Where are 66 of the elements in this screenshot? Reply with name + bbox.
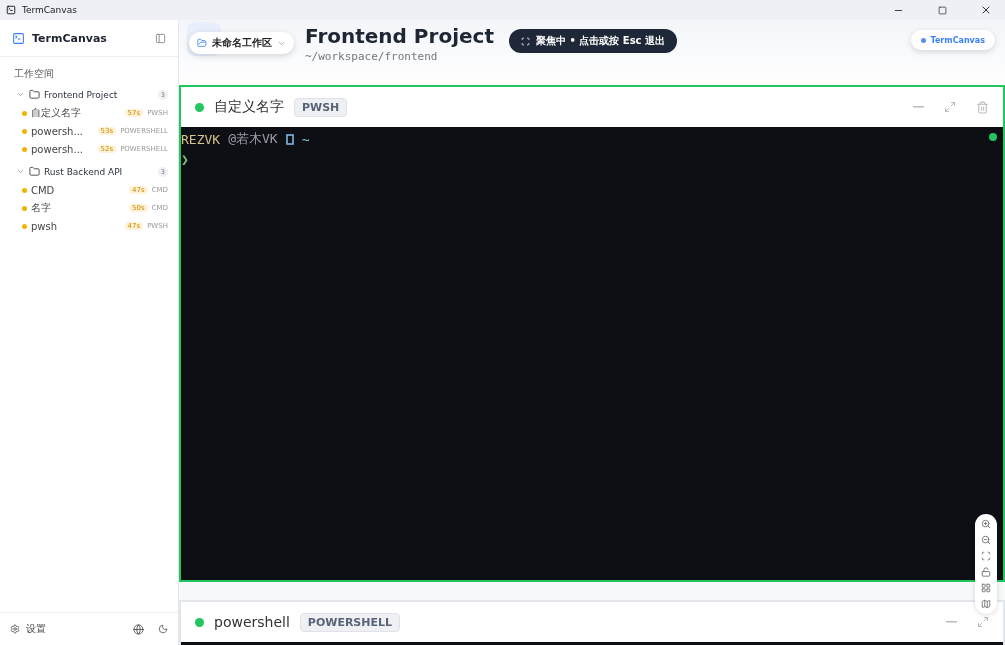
chevron-icon	[16, 167, 25, 176]
brand-name: TermCanvas	[32, 31, 108, 45]
globe-icon	[133, 623, 144, 635]
fit-view-icon	[981, 551, 991, 561]
live-indicator	[989, 133, 997, 141]
grid-icon	[981, 583, 991, 593]
folder-glyph-icon	[285, 133, 294, 145]
zoom-in-button[interactable]	[981, 519, 991, 529]
app-badge: TermCanvas	[910, 30, 995, 50]
terminal-text: REZVK	[181, 131, 221, 147]
terminal-text: ❯	[181, 151, 189, 167]
minimize-button[interactable]	[946, 621, 957, 623]
shell-tag: PWSH	[294, 97, 348, 117]
close-icon	[980, 4, 992, 16]
status-dot	[22, 110, 27, 116]
terminal-icon	[12, 31, 25, 45]
status-dot	[195, 102, 204, 112]
status-dot	[22, 223, 27, 229]
delete-button[interactable]	[976, 100, 989, 114]
settings-icon	[10, 624, 20, 634]
project-path: ~/workspace/frontend	[305, 50, 439, 63]
status-dot	[22, 128, 27, 134]
terminal-title: powershell	[214, 614, 290, 630]
collapse-sidebar-button[interactable]	[155, 32, 166, 44]
unlock-button[interactable]	[981, 567, 991, 577]
status-dot	[22, 187, 27, 193]
expand-button[interactable]	[977, 616, 989, 628]
window-title: TermCanvas	[22, 5, 78, 15]
terminal-title: 自定义名字	[214, 98, 284, 116]
theme-button[interactable]	[158, 624, 168, 634]
folder-icon	[197, 38, 207, 48]
expand-icon	[977, 616, 989, 628]
minimize-button[interactable]	[913, 106, 924, 108]
grid-button[interactable]	[981, 583, 991, 593]
zoom-in-icon	[981, 519, 991, 529]
language-button[interactable]	[133, 623, 144, 635]
moon-icon	[158, 624, 168, 634]
map-icon	[981, 599, 991, 609]
expand-icon	[944, 101, 956, 113]
settings-link[interactable]: 设置	[26, 622, 127, 636]
zoom-out-icon	[981, 535, 991, 545]
shell-tag: POWERSHELL	[299, 612, 401, 632]
folder-icon	[29, 89, 40, 100]
zoom-out-button[interactable]	[981, 535, 991, 545]
sidebar-icon	[155, 32, 166, 44]
folder-icon	[29, 166, 40, 177]
minus-icon	[946, 621, 957, 623]
maximize-icon	[937, 5, 947, 15]
status-dot	[195, 617, 204, 627]
workspace-selector[interactable]: 未命名工作区	[189, 32, 294, 54]
status-dot	[22, 146, 27, 152]
fit-view-button[interactable]	[981, 551, 991, 561]
terminal-text: @若木VK	[228, 130, 278, 148]
terminal-text: ~	[301, 131, 310, 147]
map-button[interactable]	[981, 599, 991, 609]
section-label: 工作空间	[13, 67, 55, 81]
minus-icon	[913, 106, 924, 108]
focus-icon	[521, 36, 530, 46]
trash-icon	[976, 100, 989, 114]
expand-button[interactable]	[944, 101, 956, 113]
app-icon	[6, 5, 16, 15]
status-dot	[22, 205, 27, 211]
chevron-icon	[16, 90, 25, 99]
focus-banner[interactable]: 聚焦中 • 点击或按 Esc 退出	[509, 29, 678, 53]
project-title: Frontend Project	[305, 24, 494, 48]
unlock-icon	[981, 567, 991, 577]
